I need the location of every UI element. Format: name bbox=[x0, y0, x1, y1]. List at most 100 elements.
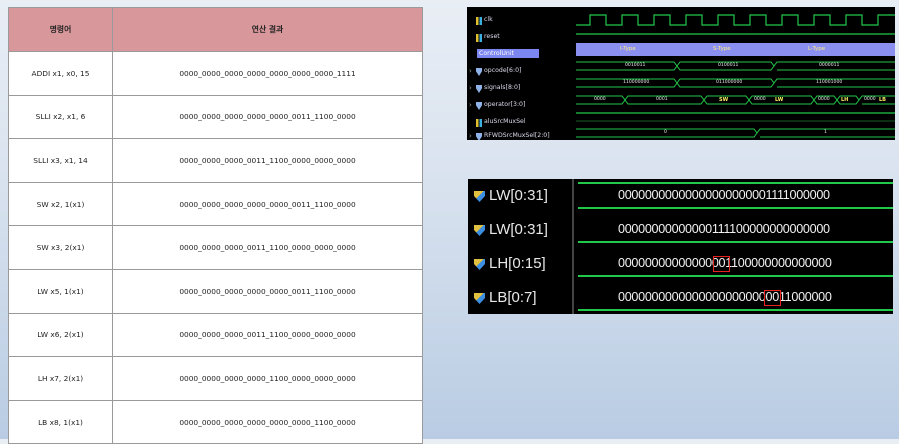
table-row: LB x8, 1(x1) 0000_0000_0000_0000_0000_000… bbox=[8, 399, 423, 444]
instruction-cell: LH x7, 2(x1) bbox=[8, 356, 113, 401]
table-row: SLLI x3, x1, 14 0000_0000_0000_0011_1100_… bbox=[8, 138, 423, 183]
table-row: SW x2, 1(x1) 0000_0000_0000_0000_0000_001… bbox=[8, 181, 423, 227]
signal-name: signals[8:0] bbox=[484, 84, 521, 91]
expand-chevron-icon[interactable]: › bbox=[469, 101, 472, 109]
operator-value: 0001 bbox=[656, 97, 668, 102]
result-cell: 0000_0000_0000_0011_1100_0000_0000_0000 bbox=[112, 312, 423, 358]
result-cell: 0000_0000_0000_0000_0000_0011_1100_0000 bbox=[112, 268, 423, 314]
load-signal-row[interactable]: LH[0:15] 0000000000000000110000000000000… bbox=[468, 247, 893, 281]
instruction-cell: SW x3, 2(x1) bbox=[8, 225, 113, 270]
table-row: LW x6, 2(x1) 0000_0000_0000_0011_1100_000… bbox=[8, 312, 423, 358]
operator-value: LW bbox=[775, 97, 784, 103]
signal-row-opcode[interactable]: › opcode[6:0] bbox=[467, 64, 575, 81]
operator-value: 0000 bbox=[818, 97, 830, 102]
signals-value: 110001000 bbox=[816, 80, 843, 85]
instruction-result-table: 명령어 연산 결과 ADDI x1, x0, 15 0000_0000_0000_… bbox=[8, 7, 423, 444]
signal-name: RFWDSrcMuxSel[2:0] bbox=[484, 132, 550, 139]
operator-value: LB bbox=[879, 97, 886, 103]
load-signal-row[interactable]: LB[0:7] 00000000000000000000000011000000 bbox=[468, 281, 893, 314]
signal-name: LB[0:7] bbox=[489, 289, 537, 306]
operator-value: SW bbox=[719, 97, 729, 103]
wire-signal-icon bbox=[476, 17, 482, 25]
result-cell: 0000_0000_0000_0011_1100_0000_0000_0000 bbox=[112, 138, 423, 183]
signal-row-clk[interactable]: clk bbox=[467, 13, 575, 30]
opcode-value: 0010011 bbox=[625, 63, 646, 68]
expand-chevron-icon[interactable]: › bbox=[469, 67, 472, 75]
waveform-traces bbox=[576, 14, 895, 138]
wire-signal-icon bbox=[476, 119, 482, 127]
signal-row-reset[interactable]: reset bbox=[467, 30, 575, 47]
signal-row-operator[interactable]: › operator[3:0] bbox=[467, 98, 575, 115]
bus-trace bbox=[578, 241, 893, 243]
control-label-ltype: L-Type bbox=[808, 46, 826, 52]
signal-name: reset bbox=[484, 33, 500, 40]
opcode-value: 0000011 bbox=[819, 63, 840, 68]
bus-signal-icon bbox=[474, 259, 485, 270]
header-instruction: 명령어 bbox=[8, 7, 113, 52]
bus-trace bbox=[578, 207, 893, 209]
bus-signal-icon bbox=[474, 191, 485, 202]
table-row: LH x7, 2(x1) 0000_0000_0000_0000_1100_000… bbox=[8, 356, 423, 401]
bus-trace bbox=[578, 275, 893, 277]
instruction-cell: SW x2, 1(x1) bbox=[8, 181, 113, 227]
signal-name: LW[0:31] bbox=[489, 187, 548, 204]
bus-signal-icon bbox=[476, 85, 482, 93]
signal-name-pane: clk reset ControlUnit › opcode[6:0] › si… bbox=[467, 7, 575, 140]
expand-chevron-icon[interactable]: › bbox=[469, 84, 472, 92]
instruction-cell: ADDI x1, x0, 15 bbox=[8, 51, 113, 96]
table-row: ADDI x1, x0, 15 0000_0000_0000_0000_0000_… bbox=[8, 51, 423, 96]
highlight-box bbox=[764, 290, 781, 306]
result-cell: 0000_0000_0000_0000_0000_0000_0000_1111 bbox=[112, 51, 423, 96]
instruction-cell: SLLI x3, x1, 14 bbox=[8, 138, 113, 183]
operator-value: LH bbox=[841, 97, 849, 103]
instruction-cell: LW x6, 2(x1) bbox=[8, 312, 113, 358]
operator-value: 0000 bbox=[594, 97, 606, 102]
highlight-box bbox=[713, 256, 730, 272]
wire-signal-icon bbox=[476, 34, 482, 42]
bus-signal-icon bbox=[476, 133, 482, 140]
signal-row-signals[interactable]: › signals[8:0] bbox=[467, 81, 575, 98]
signal-name: aluSrcMuxSel bbox=[484, 118, 526, 125]
result-cell: 0000_0000_0000_0000_0000_0011_1100_0000 bbox=[112, 181, 423, 227]
signals-value: 110000000 bbox=[623, 80, 650, 85]
instruction-cell: SLLI x2, x1, 6 bbox=[8, 94, 113, 140]
load-waveform-viewer[interactable]: LW[0:31] 0000000000000000000000111100000… bbox=[468, 179, 893, 314]
signal-value: 00000000000000000000000011000000 bbox=[618, 290, 832, 304]
expand-chevron-icon[interactable]: › bbox=[469, 132, 472, 140]
rfwd-bus bbox=[576, 128, 895, 138]
load-signal-row[interactable]: LW[0:31] 0000000000000000000000111100000… bbox=[468, 179, 893, 213]
operator-value: 0000 bbox=[754, 97, 766, 102]
rfwd-value: 0 bbox=[664, 130, 667, 135]
signal-value: 00000000000000000000001111000000 bbox=[618, 188, 830, 202]
signal-name: opcode[6:0] bbox=[484, 67, 522, 74]
signal-row-rfwdsrcmuxsel[interactable]: › RFWDSrcMuxSel[2:0] bbox=[467, 129, 575, 140]
instruction-cell: LW x5, 1(x1) bbox=[8, 268, 113, 314]
control-waveform-viewer[interactable]: clk reset ControlUnit › opcode[6:0] › si… bbox=[467, 7, 895, 140]
rfwd-value: 1 bbox=[824, 130, 827, 135]
table-row: LW x5, 1(x1) 0000_0000_0000_0000_0000_001… bbox=[8, 268, 423, 314]
bus-signal-icon bbox=[474, 225, 485, 236]
header-result: 연산 결과 bbox=[112, 7, 423, 52]
result-cell: 0000_0000_0000_0011_1100_0000_0000_0000 bbox=[112, 225, 423, 270]
table-row: SW x3, 2(x1) 0000_0000_0000_0011_1100_000… bbox=[8, 225, 423, 270]
bus-signal-icon bbox=[476, 68, 482, 76]
control-label-itype: I-Type bbox=[620, 46, 636, 52]
load-signal-row[interactable]: LW[0:31] 0000000000000011110000000000000… bbox=[468, 213, 893, 247]
table-row: SLLI x2, x1, 6 0000_0000_0000_0000_0000_0… bbox=[8, 94, 423, 140]
signal-value: 00000000000000111100000000000000 bbox=[618, 222, 830, 236]
signal-name: clk bbox=[484, 16, 493, 23]
waveform-area[interactable]: I-Type S-Type L-Type 0010011 0100011 000… bbox=[576, 7, 895, 140]
result-cell: 0000_0000_0000_0000_0000_0011_1100_0000 bbox=[112, 94, 423, 140]
signals-value: 011000000 bbox=[716, 80, 743, 85]
clk-trace bbox=[576, 14, 895, 26]
signal-name: operator[3:0] bbox=[484, 101, 526, 108]
signal-name: LW[0:31] bbox=[489, 221, 548, 238]
bus-signal-icon bbox=[476, 102, 482, 110]
opcode-value: 0100011 bbox=[718, 63, 739, 68]
result-cell: 0000_0000_0000_0000_1100_0000_0000_0000 bbox=[112, 356, 423, 401]
signal-name: ControlUnit bbox=[477, 49, 539, 58]
table-header-row: 명령어 연산 결과 bbox=[8, 7, 423, 52]
signal-row-controlunit[interactable]: ControlUnit bbox=[467, 47, 575, 64]
bus-trace bbox=[578, 309, 893, 311]
operator-value: 0000 bbox=[864, 97, 876, 102]
